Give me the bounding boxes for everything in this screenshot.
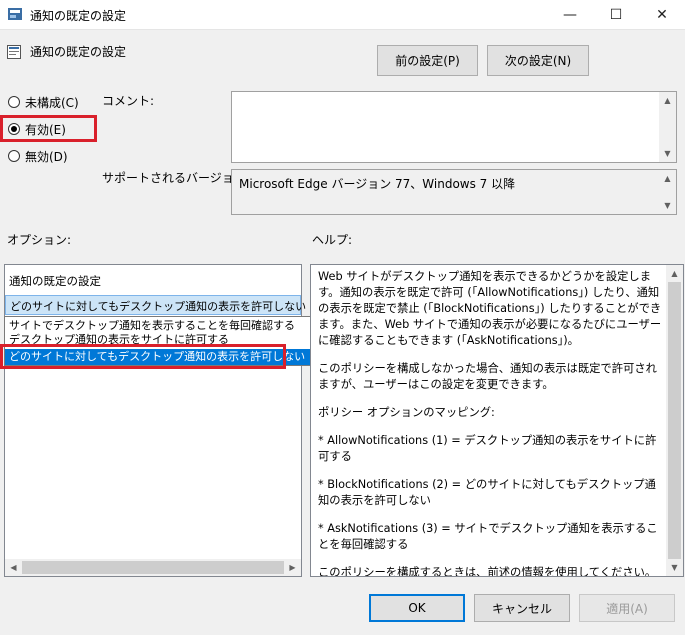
scroll-up-arrow-icon[interactable]: ▲ bbox=[666, 265, 683, 282]
scrollbar-thumb[interactable] bbox=[668, 282, 681, 559]
help-paragraph: ポリシー オプションのマッピング: bbox=[318, 406, 495, 419]
next-setting-button[interactable]: 次の設定(N) bbox=[487, 45, 589, 76]
options-panel[interactable]: 通知の既定の設定 どのサイトに対してもデスクトップ通知の表示を許可しない ◀ ▶ bbox=[4, 264, 306, 577]
help-paragraph: Web サイトがデスクトップ通知を表示できるかどうかを設定します。通知の表示を既… bbox=[318, 270, 662, 347]
supported-scrollbar[interactable]: ▲ ▼ bbox=[659, 170, 676, 214]
cancel-button[interactable]: キャンセル bbox=[474, 594, 570, 622]
radio-circle-checked[interactable] bbox=[8, 123, 20, 135]
help-paragraph: このポリシーを構成しなかった場合、通知の表示は既定で許可されますが、ユーザーはこ… bbox=[318, 362, 657, 391]
scroll-down-arrow-icon[interactable]: ▼ bbox=[659, 197, 676, 214]
scrollbar-thumb[interactable] bbox=[22, 561, 284, 574]
help-text: Web サイトがデスクトップ通知を表示できるかどうかを設定します。通知の表示を既… bbox=[318, 269, 663, 577]
policy-window-icon bbox=[8, 8, 22, 20]
ok-button[interactable]: OK bbox=[369, 594, 465, 622]
combobox-selected-value: どのサイトに対してもデスクトップ通知の表示を許可しない bbox=[10, 300, 307, 313]
help-paragraph: * BlockNotifications (2) = どのサイトに対してもデスク… bbox=[318, 478, 656, 507]
scroll-down-arrow-icon[interactable]: ▼ bbox=[666, 559, 683, 576]
scroll-up-arrow-icon[interactable]: ▲ bbox=[659, 92, 676, 109]
help-panel[interactable]: Web サイトがデスクトップ通知を表示できるかどうかを設定します。通知の表示を既… bbox=[310, 264, 684, 577]
help-paragraph: このポリシーを構成するときは、前述の情報を使用してください。 bbox=[318, 566, 657, 577]
radio-not-configured[interactable]: 未構成(C) bbox=[8, 92, 79, 112]
options-setting-label: 通知の既定の設定 bbox=[9, 274, 101, 288]
policy-name: 通知の既定の設定 bbox=[30, 45, 127, 59]
dropdown-highlight-box bbox=[0, 344, 286, 369]
options-label: オプション: bbox=[7, 233, 72, 247]
comment-textbox[interactable]: ▲ ▼ bbox=[231, 91, 677, 163]
help-paragraph: * AskNotifications (3) = サイトでデスクトップ通知を表示… bbox=[318, 522, 658, 551]
supported-value: Microsoft Edge バージョン 77、Windows 7 以降 bbox=[239, 177, 516, 191]
radio-circle[interactable] bbox=[8, 96, 20, 108]
window-title: 通知の既定の設定 bbox=[30, 9, 127, 23]
options-combobox[interactable]: どのサイトに対してもデスクトップ通知の表示を許可しない bbox=[5, 295, 306, 315]
policy-setting-icon bbox=[7, 45, 21, 59]
radio-label: 未構成(C) bbox=[25, 95, 79, 110]
radio-disabled[interactable]: 無効(D) bbox=[8, 146, 68, 166]
scroll-right-arrow-icon[interactable]: ▶ bbox=[284, 559, 301, 576]
radio-enabled[interactable]: 有効(E) bbox=[8, 119, 66, 139]
radio-circle[interactable] bbox=[8, 150, 20, 162]
apply-button[interactable]: 適用(A) bbox=[579, 594, 675, 622]
radio-label: 有効(E) bbox=[25, 122, 66, 137]
minimize-button[interactable]: — bbox=[547, 0, 593, 30]
supported-label: サポートされるバージョン: bbox=[102, 171, 250, 185]
help-label: ヘルプ: bbox=[312, 233, 353, 247]
help-scrollbar[interactable]: ▲ ▼ bbox=[666, 265, 683, 576]
previous-setting-button[interactable]: 前の設定(P) bbox=[377, 45, 478, 76]
radio-label: 無効(D) bbox=[25, 149, 68, 164]
options-horizontal-scrollbar[interactable]: ◀ ▶ bbox=[5, 559, 301, 576]
comment-scrollbar[interactable]: ▲ ▼ bbox=[659, 92, 676, 162]
scroll-left-arrow-icon[interactable]: ◀ bbox=[5, 559, 22, 576]
supported-textbox[interactable]: Microsoft Edge バージョン 77、Windows 7 以降 ▲ ▼ bbox=[231, 169, 677, 215]
title-bar[interactable]: 通知の既定の設定 — ☐ ✕ bbox=[0, 0, 685, 30]
comment-label: コメント: bbox=[102, 94, 155, 108]
scroll-up-arrow-icon[interactable]: ▲ bbox=[659, 170, 676, 187]
maximize-button[interactable]: ☐ bbox=[593, 0, 639, 30]
close-button[interactable]: ✕ bbox=[639, 0, 685, 30]
scroll-down-arrow-icon[interactable]: ▼ bbox=[659, 145, 676, 162]
help-paragraph: * AllowNotifications (1) = デスクトップ通知の表示をサ… bbox=[318, 434, 657, 463]
